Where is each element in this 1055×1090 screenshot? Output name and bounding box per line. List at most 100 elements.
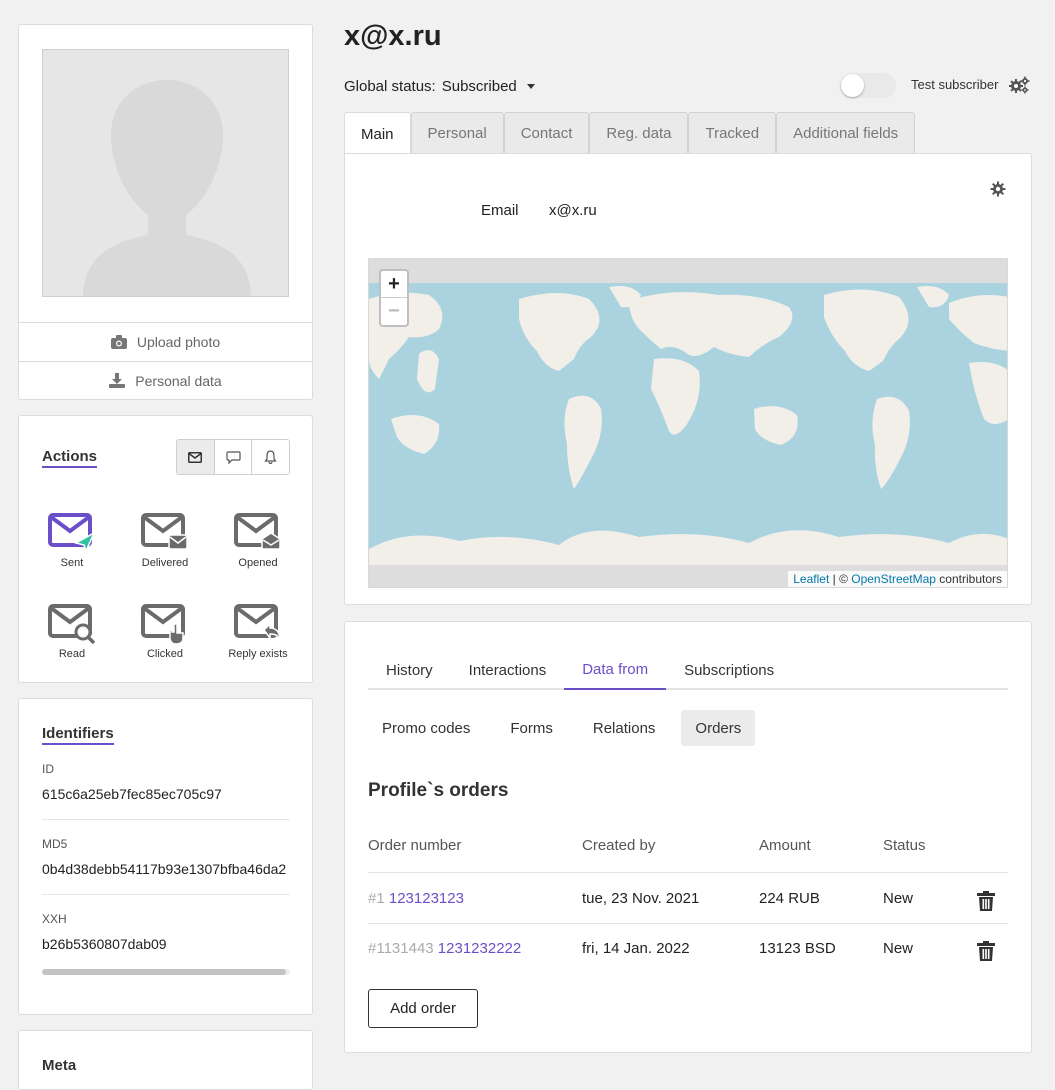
order-link[interactable]: 123123123 xyxy=(389,890,464,907)
zoom-in-button[interactable]: + xyxy=(381,271,407,298)
osm-link[interactable]: OpenStreetMap xyxy=(851,572,936,586)
upload-photo-label: Upload photo xyxy=(136,333,221,350)
tab-subscriptions[interactable]: Subscriptions xyxy=(666,650,792,690)
tab-main[interactable]: Main xyxy=(344,112,411,155)
upload-photo-button[interactable]: Upload photo xyxy=(19,322,312,360)
horizontal-scrollbar[interactable] xyxy=(42,969,290,975)
personal-data-button[interactable]: Personal data xyxy=(19,361,312,399)
order-number-cell: #1131443 1231232222 xyxy=(368,940,521,957)
column-header-created-by: Created by xyxy=(582,837,656,854)
data-panel: History Interactions Data from Subscript… xyxy=(344,621,1032,1053)
pill-promo-codes[interactable]: Promo codes xyxy=(368,710,484,746)
tab-additional-fields[interactable]: Additional fields xyxy=(776,112,916,154)
global-status: Global status: Subscribed xyxy=(344,78,535,95)
actions-title: Actions xyxy=(42,448,98,468)
column-header-order-number: Order number xyxy=(368,837,462,854)
location-map[interactable]: + − Leaflet | © OpenStreetMap contributo… xyxy=(368,258,1008,588)
main-panel: Email x@x.ru + − Leaflet | © OpenStreetM… xyxy=(344,153,1032,605)
action-channel-toggle xyxy=(176,439,290,475)
data-source-pills: Promo codes Forms Relations Orders xyxy=(368,710,767,746)
avatar-placeholder xyxy=(42,49,289,297)
action-read[interactable]: Read xyxy=(32,604,112,660)
md5-label: MD5 xyxy=(42,837,68,851)
order-prefix: #1 xyxy=(368,890,385,907)
world-map-tiles xyxy=(369,259,1007,587)
leaflet-link[interactable]: Leaflet xyxy=(793,572,829,586)
action-read-label: Read xyxy=(58,648,86,660)
channel-chat-button[interactable] xyxy=(215,440,253,474)
reply-icon xyxy=(234,604,281,641)
order-created-cell: fri, 14 Jan. 2022 xyxy=(582,940,690,957)
attribution-separator: | © xyxy=(829,572,852,586)
identifiers-title: Identifiers xyxy=(42,725,114,745)
opened-icon xyxy=(234,513,281,550)
xxh-label: XXH xyxy=(42,912,67,926)
column-header-status: Status xyxy=(883,837,926,854)
tab-reg-data[interactable]: Reg. data xyxy=(589,112,689,154)
orders-title: Profile`s orders xyxy=(368,780,509,801)
order-link[interactable]: 1231232222 xyxy=(438,940,521,957)
pill-relations[interactable]: Relations xyxy=(579,710,670,746)
tab-contact[interactable]: Contact xyxy=(503,112,590,154)
global-status-value[interactable]: Subscribed xyxy=(442,78,517,95)
zoom-out-button[interactable]: − xyxy=(381,298,407,325)
table-divider xyxy=(368,872,1008,873)
action-delivered-label: Delivered xyxy=(141,557,189,569)
action-sent[interactable]: Sent xyxy=(32,513,112,569)
identifiers-card: Identifiers ID 615c6a25eb7fec85ec705c97 … xyxy=(18,698,313,1015)
email-icon xyxy=(188,451,203,463)
download-icon xyxy=(109,373,126,388)
tab-interactions[interactable]: Interactions xyxy=(451,650,565,690)
trash-icon[interactable] xyxy=(977,941,995,961)
meta-title: Meta xyxy=(42,1057,77,1074)
id-value: 615c6a25eb7fec85ec705c97 xyxy=(42,786,222,802)
order-prefix: #1131443 xyxy=(368,940,434,957)
chevron-down-icon[interactable] xyxy=(526,84,535,89)
email-label: Email xyxy=(481,202,519,219)
actions-card: Actions Sent Delivered Opened Read Click… xyxy=(18,415,313,683)
bell-icon xyxy=(264,450,277,464)
delivered-icon xyxy=(141,513,188,550)
tab-history[interactable]: History xyxy=(368,650,451,690)
clicked-icon xyxy=(141,604,185,644)
map-attribution: Leaflet | © OpenStreetMap contributors xyxy=(788,571,1007,587)
email-value: x@x.ru xyxy=(549,202,597,219)
scrollbar-thumb[interactable] xyxy=(42,969,286,975)
pill-forms[interactable]: Forms xyxy=(496,710,567,746)
order-number-cell: #1 123123123 xyxy=(368,890,464,907)
gears-icon[interactable] xyxy=(1008,76,1030,94)
action-opened[interactable]: Opened xyxy=(218,513,298,569)
camera-icon xyxy=(110,334,127,349)
add-order-button[interactable]: Add order xyxy=(368,989,478,1028)
tab-tracked[interactable]: Tracked xyxy=(688,112,777,154)
action-opened-label: Opened xyxy=(238,557,278,569)
order-amount-cell: 224 RUB xyxy=(759,890,820,907)
order-status-cell: New xyxy=(883,890,914,907)
attribution-contributors: contributors xyxy=(935,572,1002,586)
order-amount-cell: 13123 BSD xyxy=(759,940,836,957)
gear-icon[interactable] xyxy=(990,181,1006,197)
tab-personal[interactable]: Personal xyxy=(410,112,504,154)
data-subtabs: History Interactions Data from Subscript… xyxy=(368,650,1008,690)
pill-orders[interactable]: Orders xyxy=(681,710,756,746)
action-delivered[interactable]: Delivered xyxy=(125,513,205,569)
test-subscriber-label: Test subscriber xyxy=(911,77,999,92)
page-title: x@x.ru xyxy=(344,20,442,52)
global-status-label: Global status: xyxy=(344,78,436,95)
action-clicked-label: Clicked xyxy=(146,648,184,660)
trash-icon[interactable] xyxy=(977,891,995,911)
chat-icon xyxy=(225,450,241,464)
tab-data-from[interactable]: Data from xyxy=(564,650,667,690)
action-reply-exists[interactable]: Reply exists xyxy=(218,604,298,660)
channel-email-button[interactable] xyxy=(177,440,215,474)
action-sent-label: Sent xyxy=(60,557,84,569)
map-zoom-control: + − xyxy=(379,269,409,327)
action-reply-label: Reply exists xyxy=(228,648,288,660)
channel-notify-button[interactable] xyxy=(252,440,289,474)
personal-data-label: Personal data xyxy=(135,372,222,389)
action-clicked[interactable]: Clicked xyxy=(125,604,205,660)
order-created-cell: tue, 23 Nov. 2021 xyxy=(582,890,700,907)
md5-value: 0b4d38debb54117b93e1307bfba46da2 xyxy=(42,861,287,877)
test-subscriber-toggle[interactable] xyxy=(840,73,896,98)
meta-card: Meta xyxy=(18,1030,313,1090)
